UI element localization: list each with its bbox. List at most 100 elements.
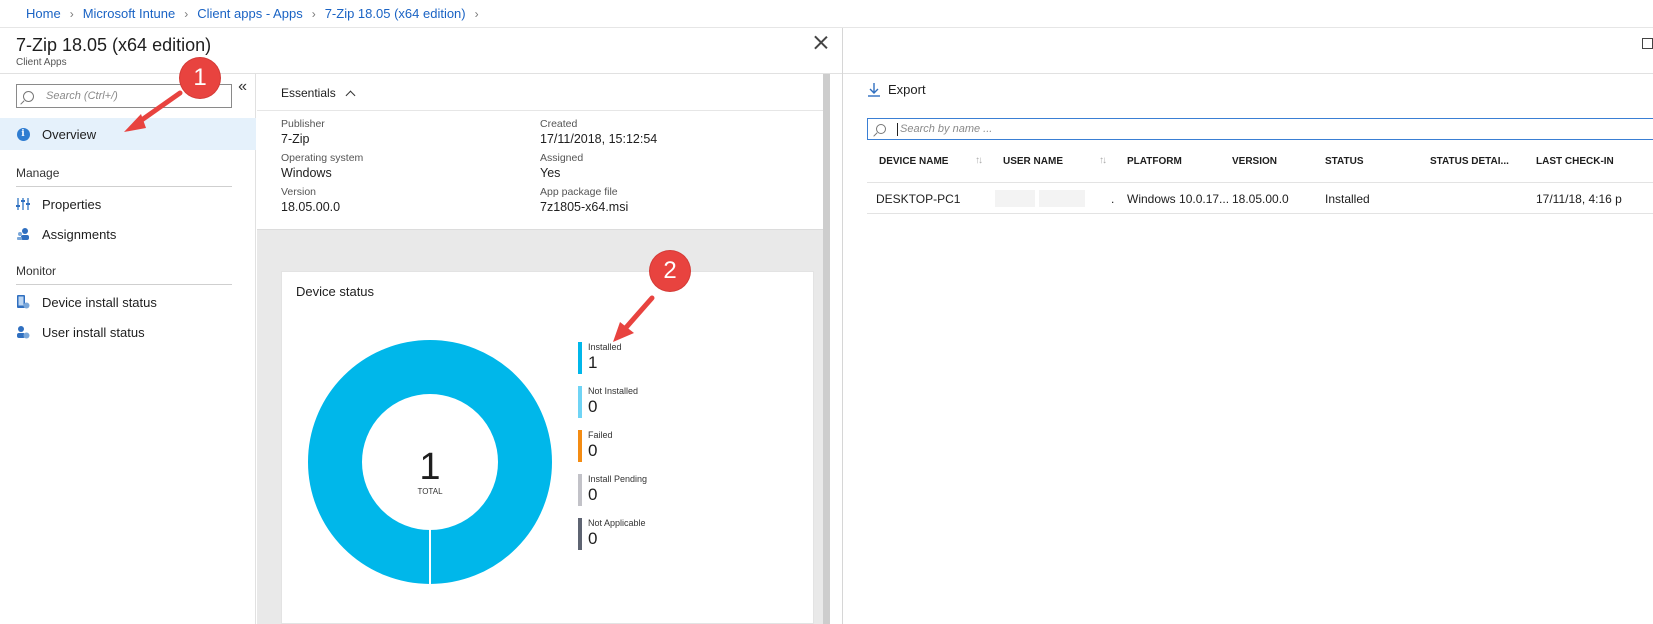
divider (257, 110, 824, 111)
device-status-icon (16, 295, 30, 309)
nav-item-device-install-status[interactable]: Device install status (0, 286, 256, 318)
legend-color-swatch (578, 342, 582, 374)
breadcrumb-home[interactable]: Home (26, 6, 61, 21)
chevron-right-icon: › (69, 6, 74, 21)
menu-search-placeholder: Search (Ctrl+/) (46, 90, 118, 102)
legend-failed[interactable]: Failed 0 (578, 430, 678, 462)
cell-last-check-in: 17/11/18, 4:16 p (1536, 192, 1622, 206)
collapse-menu-icon[interactable]: « (238, 78, 247, 96)
nav-item-label: Properties (42, 196, 102, 212)
created-label: Created (540, 118, 578, 130)
device-status-card[interactable]: Device status 1 TOTAL Installed 1 Not In… (281, 271, 814, 624)
app-blade: 7-Zip 18.05 (x64 edition) Client Apps « … (0, 28, 843, 624)
breadcrumb-intune[interactable]: Microsoft Intune (83, 6, 176, 21)
sort-icon[interactable]: ↑↓ (975, 155, 983, 166)
annotation-badge-2: 2 (650, 251, 690, 291)
column-user-name[interactable]: USER NAME (1003, 156, 1063, 167)
package-value: 7z1805-x64.msi (540, 200, 629, 214)
nav-item-label: User install status (42, 324, 145, 340)
essentials-toggle[interactable]: Essentials (281, 86, 356, 100)
nav-section-monitor: Monitor (16, 264, 232, 285)
nav-item-label: Device install status (42, 294, 157, 310)
legend-color-swatch (578, 474, 582, 506)
donut-total-value: 1 (419, 446, 441, 488)
column-device-name[interactable]: DEVICE NAME (879, 156, 948, 167)
sort-icon[interactable]: ↑↓ (1099, 155, 1107, 166)
breadcrumb-client-apps[interactable]: Client apps - Apps (197, 6, 303, 21)
cell-version: 18.05.00.0 (1232, 192, 1289, 206)
assigned-field: Assigned Yes (540, 152, 583, 180)
legend-label: Installed (588, 342, 622, 352)
nav-item-label: Overview (42, 126, 97, 142)
annotation-badge-1: 1 (180, 58, 220, 98)
search-icon (876, 124, 886, 134)
assigned-value: Yes (540, 166, 561, 180)
donut-total-label: TOTAL (417, 487, 443, 496)
user-status-icon (16, 325, 30, 339)
column-platform[interactable]: PLATFORM (1127, 156, 1182, 167)
legend-not-applicable[interactable]: Not Applicable 0 (578, 518, 678, 550)
package-label: App package file (540, 186, 618, 198)
legend-label: Install Pending (588, 474, 648, 484)
version-value: 18.05.00.0 (281, 200, 341, 214)
assignments-icon (16, 227, 30, 241)
column-status[interactable]: STATUS (1325, 156, 1364, 167)
nav-section-manage: Manage (16, 166, 232, 187)
device-search-input[interactable]: Search by name ... (867, 118, 1653, 140)
legend-value: 1 (588, 353, 598, 372)
chevron-right-icon: › (184, 6, 189, 21)
nav-item-overview[interactable]: i Overview (0, 118, 256, 150)
os-field: Operating system Windows (281, 152, 363, 180)
cell-user-name: . (1111, 192, 1115, 206)
legend-color-swatch (578, 430, 582, 462)
vertical-scrollbar[interactable] (823, 74, 830, 624)
legend-color-swatch (578, 386, 582, 418)
blade-subtitle: Client Apps (16, 57, 67, 68)
properties-icon (16, 197, 30, 211)
publisher-value: 7-Zip (281, 132, 310, 146)
package-field: App package file 7z1805-x64.msi (540, 186, 628, 214)
assigned-label: Assigned (540, 152, 584, 164)
legend-value: 0 (588, 397, 598, 416)
version-field: Version 18.05.00.0 (281, 186, 340, 214)
chevron-right-icon: › (474, 6, 479, 21)
export-button[interactable]: Export (868, 82, 926, 97)
legend-not-installed[interactable]: Not Installed 0 (578, 386, 678, 418)
app-root: Home › Microsoft Intune › Client apps - … (0, 0, 1653, 624)
close-icon[interactable] (814, 35, 828, 49)
breadcrumb-app[interactable]: 7-Zip 18.05 (x64 edition) (325, 6, 466, 21)
column-last-check-in[interactable]: LAST CHECK-IN (1536, 156, 1614, 167)
cell-platform: Windows 10.0.17... (1127, 192, 1230, 206)
legend-value: 0 (588, 441, 598, 460)
nav-item-assignments[interactable]: Assignments (0, 218, 256, 250)
legend-color-swatch (578, 518, 582, 550)
legend-label: Not Applicable (588, 518, 646, 528)
export-label: Export (888, 82, 926, 97)
nav-item-user-install-status[interactable]: User install status (0, 316, 256, 348)
essentials-title: Essentials (281, 86, 336, 100)
redacted-block (1039, 190, 1085, 207)
created-value: 17/11/2018, 15:12:54 (540, 132, 658, 146)
search-icon (23, 90, 34, 102)
text-caret (897, 122, 898, 136)
nav-item-label: Assignments (42, 226, 117, 242)
nav-item-properties[interactable]: Properties (0, 188, 256, 220)
resource-menu: « Search (Ctrl+/) i Overview Manage Prop… (0, 74, 256, 624)
chevron-up-icon (345, 90, 356, 100)
publisher-field: Publisher 7-Zip (281, 118, 325, 146)
blade-header: 7-Zip 18.05 (x64 edition) Client Apps (0, 28, 842, 74)
legend-install-pending[interactable]: Install Pending 0 (578, 474, 678, 506)
legend-label: Not Installed (588, 386, 639, 396)
table-row[interactable]: DESKTOP-PC1 . Windows 10.0.17... 18.05.0… (867, 182, 1653, 214)
device-status-title: Device status (296, 284, 375, 299)
os-label: Operating system (281, 152, 364, 164)
device-install-status-blade: Export Search by name ... DEVICE NAME ↑↓… (843, 28, 1653, 624)
column-version[interactable]: VERSION (1232, 156, 1277, 167)
legend-value: 0 (588, 529, 598, 548)
version-label: Version (281, 186, 317, 198)
device-search-placeholder: Search by name ... (900, 123, 993, 135)
publisher-label: Publisher (281, 118, 325, 130)
maximize-icon[interactable] (1642, 38, 1653, 49)
column-status-details[interactable]: STATUS DETAI... (1430, 156, 1509, 167)
legend-installed[interactable]: Installed 1 (578, 342, 678, 374)
